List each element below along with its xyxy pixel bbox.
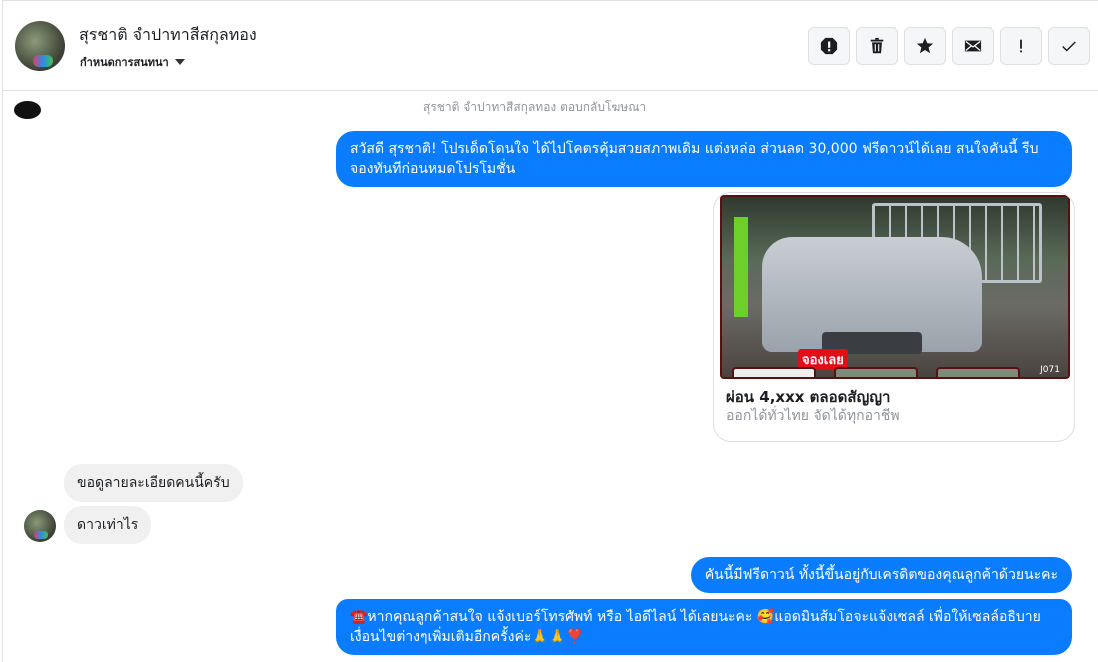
delete-button[interactable] (856, 27, 898, 65)
car-code: J071 (1040, 365, 1060, 375)
conversation-panel: สุรชาติ จำปาทาสีสกุลทอง กำหนดการสนทนา สุ… (2, 0, 1098, 662)
contact-avatar-small (24, 510, 56, 542)
pickup-truck (762, 237, 982, 354)
ad-card[interactable]: จองเลย J071 ผ่อน 4,xxx ตลอดสัญญา ออกได้ท… (713, 192, 1075, 442)
mail-icon (964, 40, 982, 52)
star-button[interactable] (904, 27, 946, 65)
conversation-menu-dropdown[interactable]: กำหนดการสนทนา (80, 53, 185, 71)
conversation-header: สุรชาติ จำปาทาสีสกุลทอง กำหนดการสนทนา (3, 1, 1098, 91)
trash-icon (870, 37, 884, 54)
action-toolbar (808, 27, 1090, 65)
alert-icon (820, 37, 838, 55)
follow-up-button[interactable] (1000, 27, 1042, 65)
card-subtitle: ออกได้ทั่วไทย จัดได้ทุกอาชีพ (726, 408, 900, 424)
mark-unread-button[interactable] (952, 27, 994, 65)
thumbnail (936, 367, 1020, 377)
message-bubble-incoming[interactable]: ดาวเท่าไร (64, 506, 152, 544)
check-icon (1062, 41, 1076, 52)
thumbnail (834, 367, 918, 377)
done-button[interactable] (1048, 27, 1090, 65)
spam-button[interactable] (808, 27, 850, 65)
thumbnail-strip (732, 367, 1020, 377)
caret-down-icon (174, 59, 185, 65)
background-post (734, 217, 748, 317)
message-bubble-outgoing[interactable]: สวัสดี สุรชาติ! โปรเด็ดโดนใจ ได้ไปโคตรคุ… (336, 131, 1072, 187)
star-icon (916, 37, 934, 54)
ad-reply-note: สุรชาติ จำปาทาสีสกุลทอง ตอบกลับโฆษณา (423, 100, 647, 114)
message-bubble-outgoing[interactable]: ☎️หากคุณลูกค้าสนใจ แจ้งเบอร์โทรศัพท์ หรื… (336, 599, 1072, 655)
car-photo: จองเลย J071 (720, 195, 1070, 379)
thumbnail (732, 367, 816, 377)
page-logo (14, 101, 41, 119)
contact-name[interactable]: สุรชาติ จำปาทาสีสกุลทอง (79, 23, 257, 48)
conversation-menu-label: กำหนดการสนทนา (80, 56, 169, 69)
message-bubble-incoming[interactable]: ขอดูลายละเอียดคนนี้ครับ (64, 464, 243, 502)
contact-avatar[interactable] (15, 21, 65, 71)
message-bubble-outgoing[interactable]: คันนี้มีฟรีดาวน์ ทั้งนี้ขึ้นอยู่กับเครดิ… (690, 557, 1072, 593)
exclamation-icon (1020, 39, 1022, 53)
